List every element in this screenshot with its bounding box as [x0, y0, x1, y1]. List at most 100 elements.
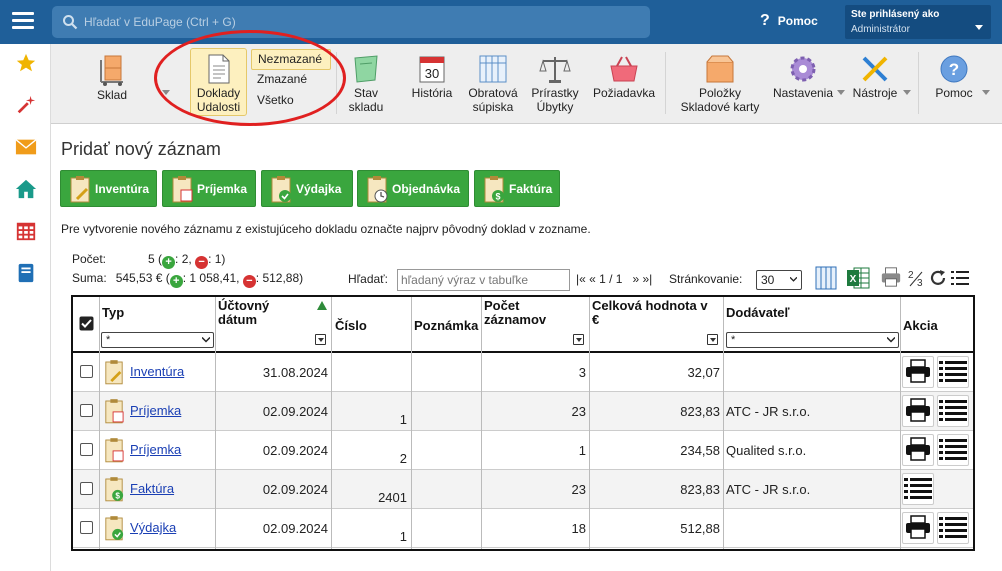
- row-typ-link[interactable]: Príjemka: [130, 403, 181, 418]
- polozky-button[interactable]: Položky Skladové karty: [675, 54, 765, 114]
- datum-filter-button[interactable]: [315, 334, 326, 345]
- nastavenia-button[interactable]: Nastavenia: [771, 54, 835, 100]
- search-box[interactable]: [52, 6, 650, 38]
- columns-icon[interactable]: [814, 266, 838, 290]
- detail-button[interactable]: [937, 356, 969, 388]
- col-datum[interactable]: Účtovný dátum: [218, 299, 269, 327]
- timetable-icon[interactable]: [15, 220, 37, 242]
- polozky-label-2: Skladové karty: [680, 100, 760, 114]
- menu-icon[interactable]: [12, 12, 34, 30]
- pager[interactable]: |« « 1 / 1 » »|: [576, 272, 652, 286]
- sum-total: 545,53 € (: [115, 271, 170, 285]
- row-checkbox[interactable]: [80, 404, 93, 417]
- poziadavka-button[interactable]: Požiadavka: [589, 54, 659, 100]
- list-icon: [939, 438, 967, 463]
- row-checkbox[interactable]: [80, 365, 93, 378]
- row-pocet: 18: [571, 521, 586, 536]
- hodnota-filter-button[interactable]: [707, 334, 718, 345]
- search-input[interactable]: [84, 12, 634, 32]
- table-row[interactable]: Príjemka 02.09.2024 1 23 823,83 ATC - JR s.r.…: [73, 392, 973, 431]
- add-faktura-label: Faktúra: [509, 181, 553, 196]
- table-row[interactable]: Výdajka 02.09.2024 1 18 512,88: [73, 509, 973, 548]
- stav-label-2: skladu: [348, 100, 384, 114]
- row-checkbox[interactable]: [80, 443, 93, 456]
- row-typ-link[interactable]: Faktúra: [130, 481, 174, 496]
- table-row[interactable]: Inventúra 31.08.2024 3 32,07: [73, 353, 973, 392]
- col-hodnota[interactable]: Celková hodnota v €: [592, 299, 708, 327]
- row-typ-link[interactable]: Inventúra: [130, 364, 184, 379]
- column-divider: [331, 297, 332, 549]
- sklad-button[interactable]: Sklad: [89, 54, 135, 102]
- refresh-icon[interactable]: [929, 269, 947, 287]
- warehouse-cart-icon: [100, 55, 123, 86]
- inventory-doc-icon: [104, 359, 124, 388]
- column-divider: [215, 297, 216, 549]
- print-button[interactable]: [902, 434, 934, 466]
- col-poznamka[interactable]: Poznámka: [414, 319, 478, 333]
- pomoc-button[interactable]: ? Pomoc: [931, 54, 977, 100]
- row-datum: 31.08.2024: [262, 365, 328, 380]
- stav-skladu-button[interactable]: Stav skladu: [345, 54, 387, 114]
- sort-asc-icon[interactable]: [317, 301, 327, 310]
- find-input[interactable]: [397, 269, 570, 291]
- add-prijemka-button[interactable]: Príjemka: [162, 170, 256, 207]
- sum-summary: Suma: 545,53 € (+: 1 058,41, −: 512,88): [72, 271, 303, 288]
- historia-button[interactable]: 30 História: [407, 54, 457, 100]
- row-checkbox[interactable]: [80, 482, 93, 495]
- add-faktura-button[interactable]: $ Faktúra: [474, 170, 560, 207]
- col-cislo[interactable]: Číslo: [335, 319, 367, 333]
- chevron-down-icon[interactable]: [982, 90, 990, 95]
- chevron-down-icon: [887, 337, 895, 343]
- nastroje-button[interactable]: Nástroje: [851, 54, 899, 100]
- row-dodavatel: ATC - JR s.r.o.: [726, 404, 811, 419]
- mail-icon[interactable]: [15, 136, 37, 158]
- chevron-down-icon[interactable]: [837, 90, 845, 95]
- row-hodnota: 823,83: [680, 482, 720, 497]
- tools-icon: [862, 56, 888, 82]
- typ-filter[interactable]: *: [101, 332, 214, 348]
- obratova-supiska-button[interactable]: Obratová súpiska: [465, 54, 521, 114]
- column-divider: [99, 297, 100, 549]
- col-typ[interactable]: Typ: [102, 306, 124, 320]
- fraction-icon[interactable]: 23: [908, 266, 924, 288]
- table-row[interactable]: Príjemka 02.09.2024 2 1 234,58 Qualited s.r.o…: [73, 431, 973, 470]
- add-objednavka-button[interactable]: Objednávka: [357, 170, 469, 207]
- book-icon[interactable]: [15, 262, 37, 284]
- print-button[interactable]: [902, 512, 934, 544]
- excel-icon[interactable]: X: [846, 266, 870, 290]
- print-button[interactable]: [902, 395, 934, 427]
- row-hodnota: 32,07: [687, 365, 720, 380]
- pagesize-select[interactable]: 30: [756, 270, 802, 290]
- top-bar: ? Pomoc Ste prihlásený ako Administrátor: [0, 0, 1002, 44]
- dodavatel-filter[interactable]: *: [726, 332, 899, 348]
- pocet-filter-button[interactable]: [573, 334, 584, 345]
- print-icon[interactable]: [880, 266, 902, 288]
- user-menu[interactable]: Ste prihlásený ako Administrátor: [845, 5, 991, 39]
- list-icon[interactable]: [951, 270, 969, 286]
- list-icon: [939, 360, 967, 385]
- detail-button[interactable]: [902, 473, 934, 505]
- row-typ-link[interactable]: Výdajka: [130, 520, 176, 535]
- add-inventura-button[interactable]: Inventúra: [60, 170, 157, 207]
- magic-wand-icon[interactable]: [15, 94, 37, 116]
- col-dodavatel[interactable]: Dodávateľ: [726, 306, 790, 320]
- add-vydajka-button[interactable]: Výdajka: [261, 170, 353, 207]
- chevron-down-icon[interactable]: [903, 90, 911, 95]
- row-cislo: 1: [399, 529, 407, 544]
- row-typ-link[interactable]: Príjemka: [130, 442, 181, 457]
- row-datum: 02.09.2024: [262, 443, 328, 458]
- table-row[interactable]: $ Faktúra 02.09.2024 2401 23 823,83 ATC - JR s…: [73, 470, 973, 509]
- row-checkbox[interactable]: [80, 521, 93, 534]
- select-all-checkbox[interactable]: [79, 316, 94, 331]
- help-link[interactable]: ? Pomoc: [760, 12, 818, 30]
- count-summary: Počet: 5 (+: 2, −: 1): [72, 252, 225, 269]
- prirastky-button[interactable]: Prírastky Úbytky: [529, 54, 581, 114]
- print-button[interactable]: [902, 356, 934, 388]
- col-pocet[interactable]: Počet záznamov: [484, 299, 546, 327]
- detail-button[interactable]: [937, 512, 969, 544]
- home-icon[interactable]: [15, 178, 37, 200]
- detail-button[interactable]: [937, 395, 969, 427]
- col-pocet-1: Počet: [484, 298, 520, 313]
- star-icon[interactable]: [15, 52, 37, 74]
- detail-button[interactable]: [937, 434, 969, 466]
